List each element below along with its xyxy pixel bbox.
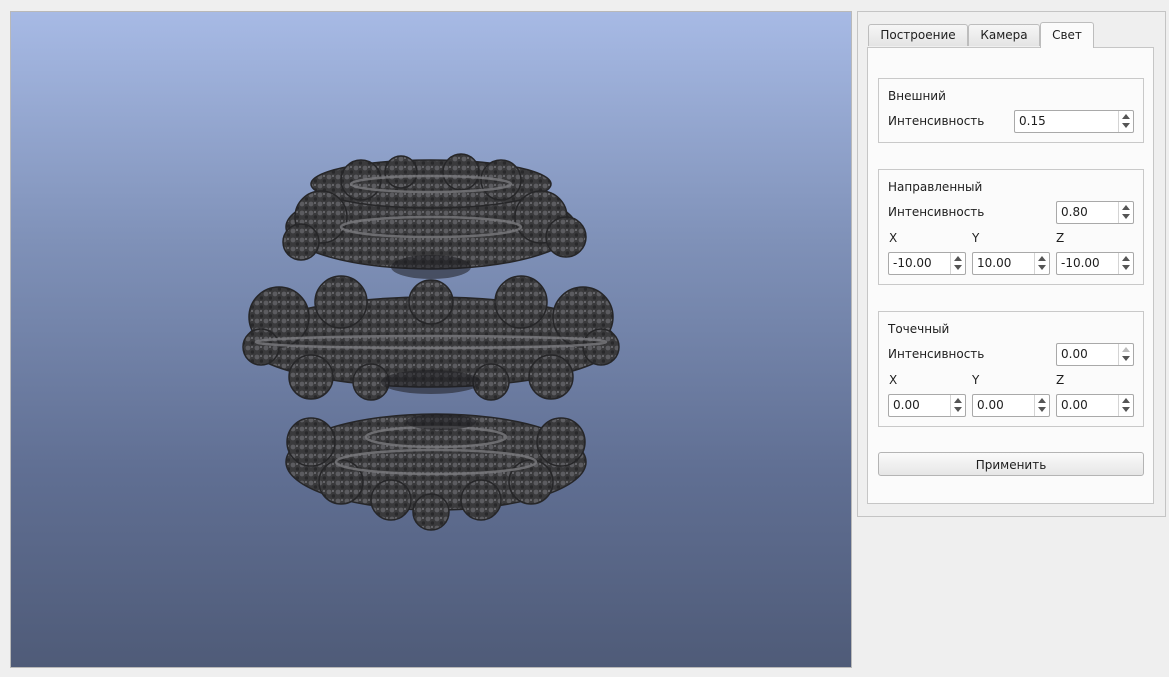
point-x-spinbox[interactable]: 0.00 [888,394,966,417]
point-z-label: Z [1056,373,1065,387]
increment-arrow-icon[interactable] [1122,256,1130,261]
decrement-arrow-icon[interactable] [1122,123,1130,128]
render-viewport[interactable] [10,11,852,668]
point-intensity-value: 0.00 [1061,347,1088,361]
light-tab-panel: Внешний Интенсивность 0.15 Направленный … [867,47,1154,504]
directional-z-label: Z [1056,231,1065,245]
directional-y-arrows[interactable] [1034,253,1049,274]
directional-y-spinbox[interactable]: 10.00 [972,252,1050,275]
decrement-arrow-icon[interactable] [1122,356,1130,361]
decrement-arrow-icon[interactable] [954,265,962,270]
point-intensity-spinbox[interactable]: 0.00 [1056,343,1134,366]
decrement-arrow-icon[interactable] [1038,407,1046,412]
decrement-arrow-icon[interactable] [1122,407,1130,412]
directional-intensity-label: Интенсивность [888,205,985,219]
increment-arrow-icon[interactable] [1038,256,1046,261]
decrement-arrow-icon[interactable] [1122,214,1130,219]
directional-x-value: -10.00 [893,256,932,270]
point-intensity-label: Интенсивность [888,347,985,361]
ambient-intensity-spinbox[interactable]: 0.15 [1014,110,1134,133]
point-y-label: Y [972,373,980,387]
point-y-arrows[interactable] [1034,395,1049,416]
point-y-spinbox[interactable]: 0.00 [972,394,1050,417]
ambient-intensity-value: 0.15 [1019,114,1046,128]
increment-arrow-icon[interactable] [1122,347,1130,352]
directional-x-spinbox[interactable]: -10.00 [888,252,966,275]
ambient-intensity-label: Интенсивность [888,114,985,128]
point-light-title: Точечный [888,322,950,336]
tab-camera[interactable]: Камера [968,24,1040,46]
directional-light-title: Направленный [888,180,983,194]
directional-intensity-value: 0.80 [1061,205,1088,219]
point-z-arrows[interactable] [1118,395,1133,416]
increment-arrow-icon[interactable] [1122,398,1130,403]
increment-arrow-icon[interactable] [954,398,962,403]
directional-z-value: -10.00 [1061,256,1100,270]
point-x-arrows[interactable] [950,395,965,416]
ambient-light-title: Внешний [888,89,946,103]
point-light-group: Точечный Интенсивность 0.00 X Y Z 0.00 0… [878,311,1144,427]
directional-x-label: X [889,231,898,245]
fractal-render [242,153,620,531]
point-y-value: 0.00 [977,398,1004,412]
ambient-light-group: Внешний Интенсивность 0.15 [878,78,1144,143]
settings-panel: Построение Камера Свет Внешний Интенсивн… [857,11,1166,517]
increment-arrow-icon[interactable] [1038,398,1046,403]
directional-z-spinbox[interactable]: -10.00 [1056,252,1134,275]
apply-button[interactable]: Применить [878,452,1144,476]
directional-y-value: 10.00 [977,256,1012,270]
decrement-arrow-icon[interactable] [1122,265,1130,270]
tab-build[interactable]: Построение [868,24,968,46]
point-x-value: 0.00 [893,398,920,412]
point-z-value: 0.00 [1061,398,1088,412]
directional-y-label: Y [972,231,980,245]
point-x-label: X [889,373,898,387]
increment-arrow-icon[interactable] [1122,114,1130,119]
ambient-intensity-arrows[interactable] [1118,111,1133,132]
decrement-arrow-icon[interactable] [1038,265,1046,270]
directional-x-arrows[interactable] [950,253,965,274]
directional-intensity-arrows[interactable] [1118,202,1133,223]
point-intensity-arrows[interactable] [1118,344,1133,365]
directional-light-group: Направленный Интенсивность 0.80 X Y Z -1… [878,169,1144,285]
directional-z-arrows[interactable] [1118,253,1133,274]
decrement-arrow-icon[interactable] [954,407,962,412]
point-z-spinbox[interactable]: 0.00 [1056,394,1134,417]
tab-light[interactable]: Свет [1040,22,1094,48]
increment-arrow-icon[interactable] [1122,205,1130,210]
directional-intensity-spinbox[interactable]: 0.80 [1056,201,1134,224]
increment-arrow-icon[interactable] [954,256,962,261]
